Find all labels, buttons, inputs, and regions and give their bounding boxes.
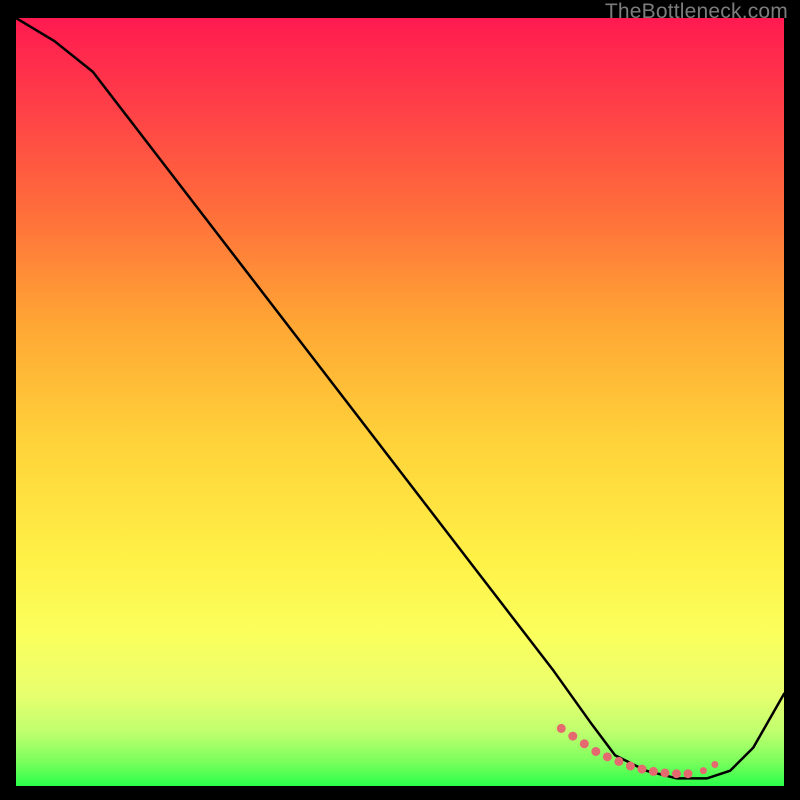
marker-dot (614, 757, 623, 766)
marker-dot (672, 769, 681, 778)
marker-dot (603, 752, 612, 761)
plot-area (16, 18, 784, 786)
marker-dot (591, 747, 600, 756)
marker-dot (684, 769, 693, 778)
marker-dot (637, 765, 646, 774)
curve-line (16, 18, 784, 778)
marker-group (557, 724, 719, 778)
marker-dot (711, 761, 718, 768)
marker-dot (649, 767, 658, 776)
marker-dot (580, 739, 589, 748)
marker-dot (626, 762, 635, 771)
chart-svg (16, 18, 784, 786)
chart-stage: TheBottleneck.com (0, 0, 800, 800)
marker-dot (660, 768, 669, 777)
marker-dot (700, 767, 707, 774)
marker-dot (557, 724, 566, 733)
marker-dot (568, 732, 577, 741)
